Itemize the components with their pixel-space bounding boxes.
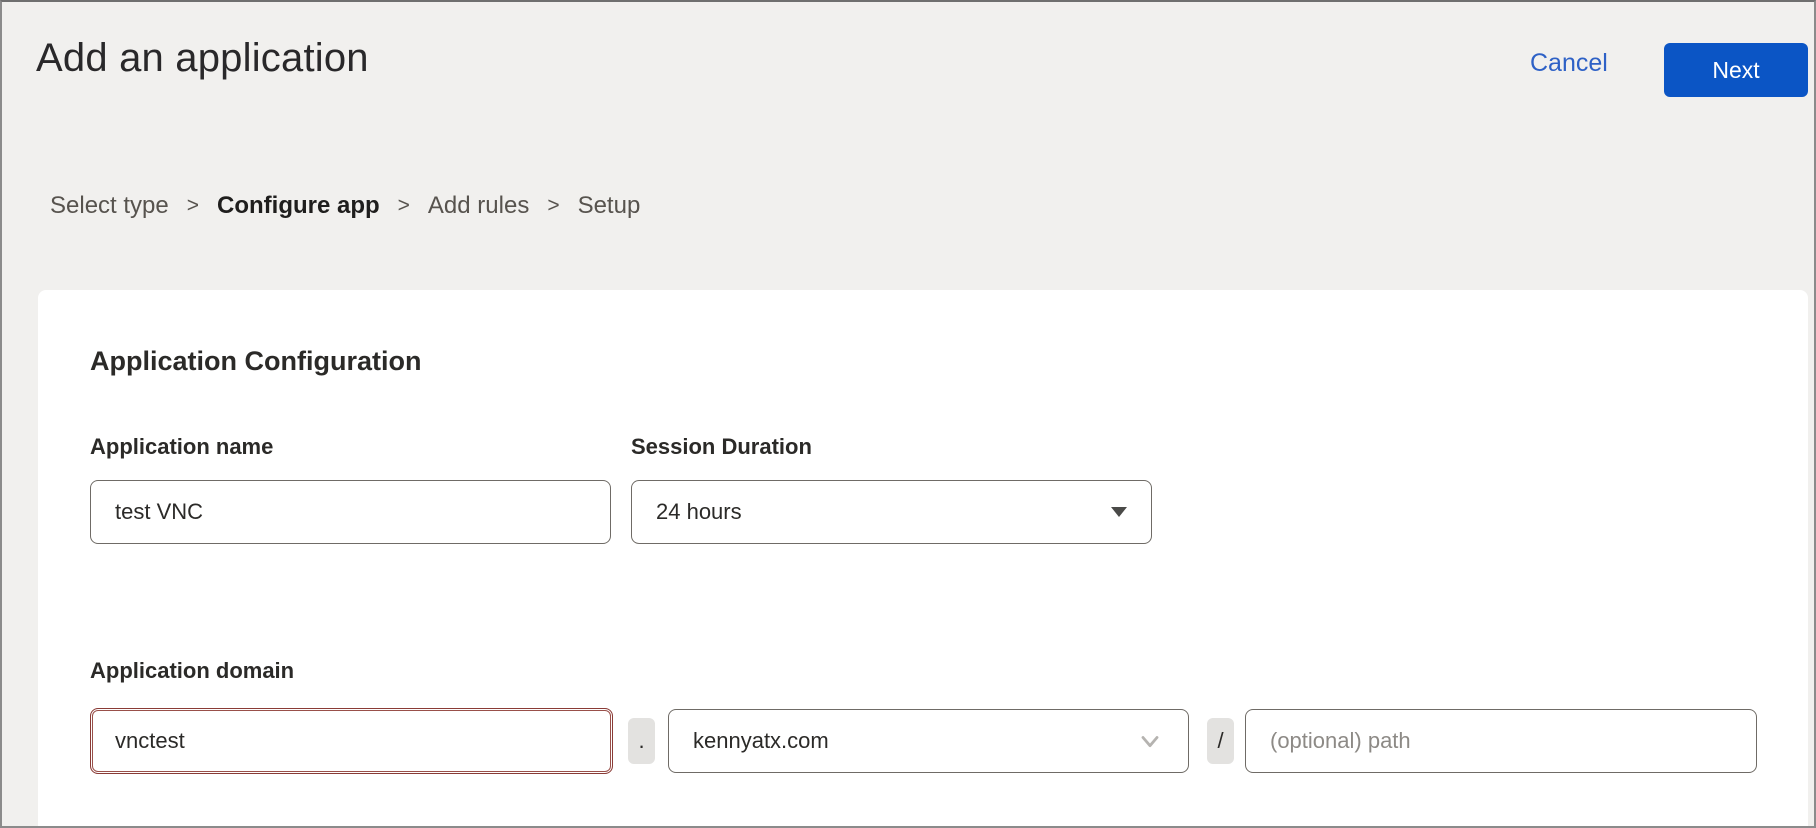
breadcrumb: Select type > Configure app > Add rules … bbox=[50, 192, 640, 220]
domain-select-value: kennyatx.com bbox=[693, 728, 829, 754]
cancel-link[interactable]: Cancel bbox=[1530, 49, 1608, 78]
step-setup[interactable]: Setup bbox=[578, 192, 641, 220]
application-domain-label: Application domain bbox=[90, 658, 294, 684]
path-input[interactable] bbox=[1245, 709, 1757, 773]
step-add-rules[interactable]: Add rules bbox=[428, 192, 529, 220]
application-name-input[interactable] bbox=[90, 480, 611, 544]
step-separator: > bbox=[398, 194, 410, 218]
dot-separator: . bbox=[628, 718, 655, 764]
step-separator: > bbox=[187, 194, 199, 218]
step-configure-app[interactable]: Configure app bbox=[217, 192, 380, 220]
slash-separator: / bbox=[1207, 718, 1234, 764]
next-button[interactable]: Next bbox=[1664, 43, 1808, 97]
domain-select[interactable]: kennyatx.com bbox=[668, 709, 1189, 773]
session-duration-select[interactable]: 24 hours bbox=[631, 480, 1152, 544]
subdomain-input[interactable] bbox=[90, 708, 613, 774]
step-separator: > bbox=[547, 194, 559, 218]
dropdown-caret-icon bbox=[1111, 507, 1127, 517]
section-title: Application Configuration bbox=[90, 346, 421, 377]
page-title: Add an application bbox=[36, 36, 369, 81]
chevron-down-icon bbox=[1136, 727, 1164, 755]
application-name-label: Application name bbox=[90, 434, 273, 460]
session-duration-value: 24 hours bbox=[656, 499, 742, 525]
add-application-page: Add an application Cancel Next Select ty… bbox=[0, 0, 1816, 828]
step-select-type[interactable]: Select type bbox=[50, 192, 169, 220]
session-duration-label: Session Duration bbox=[631, 434, 812, 460]
